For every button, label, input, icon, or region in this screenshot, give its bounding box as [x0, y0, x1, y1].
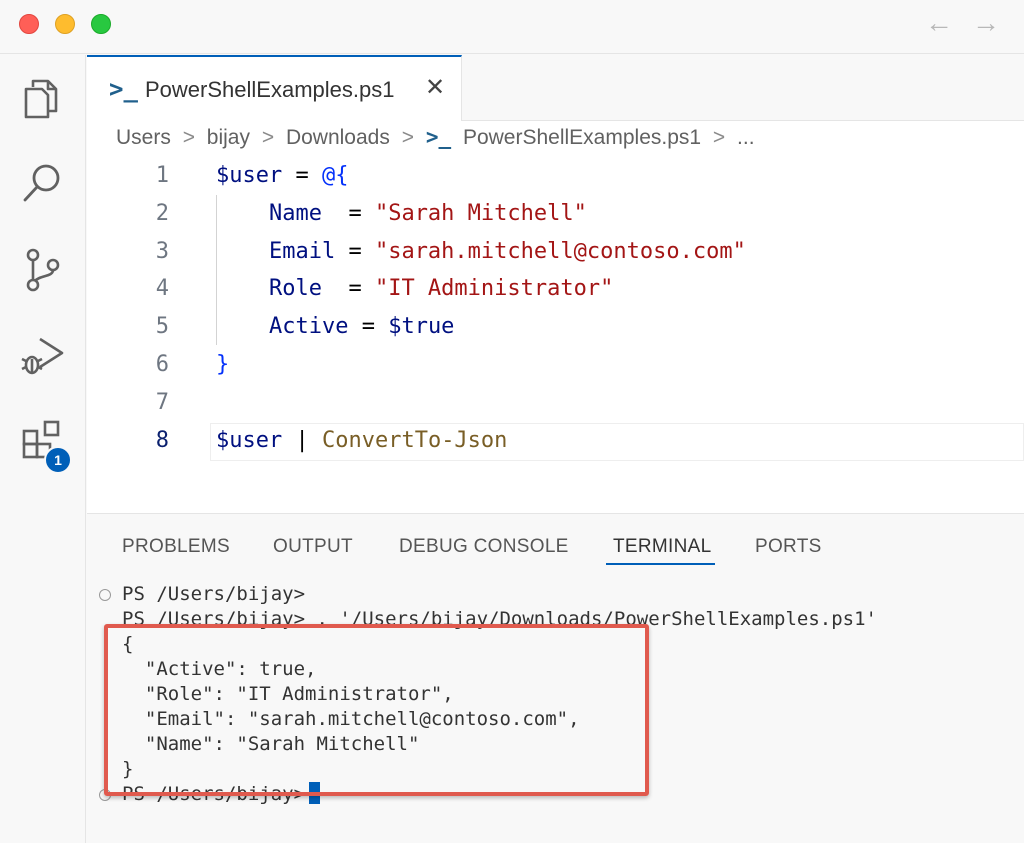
chevron-right-icon: >	[261, 126, 275, 149]
code-line[interactable]: 1 $user = @{	[87, 157, 1024, 195]
title-bar: ← →	[0, 0, 1024, 54]
breadcrumb-item[interactable]: bijay	[207, 126, 250, 149]
code-token: =	[348, 200, 375, 226]
line-number: 8	[155, 427, 169, 453]
close-icon[interactable]: ✕	[425, 73, 445, 102]
tab-problems[interactable]: PROBLEMS	[122, 536, 230, 558]
code-line[interactable]: 6}	[87, 346, 1024, 384]
breadcrumb-item[interactable]: PowerShellExamples.ps1	[463, 126, 701, 149]
source-control-icon[interactable]	[18, 245, 66, 293]
window-minimize-button[interactable]	[55, 14, 75, 34]
activity-bar: 1	[0, 55, 86, 843]
tab-output[interactable]: OUTPUT	[273, 536, 353, 558]
run-debug-icon[interactable]	[18, 331, 66, 379]
code-line[interactable]: 4 Role = "IT Administrator"	[87, 270, 1024, 308]
code-text: Email = "sarah.mitchell@contoso.com"	[216, 233, 746, 271]
line-number: 4	[155, 276, 169, 302]
code-token: Role	[216, 276, 349, 302]
powershell-file-icon: >_	[425, 125, 452, 149]
tab-powershellexamples[interactable]: >_ PowerShellExamples.ps1 ✕	[87, 55, 462, 121]
code-text: $user = @{	[216, 157, 348, 195]
tab-debug-console[interactable]: DEBUG CONSOLE	[399, 536, 569, 558]
chevron-right-icon: >	[712, 126, 726, 149]
extensions-badge: 1	[44, 446, 72, 474]
code-text: Role = "IT Administrator"	[216, 270, 613, 308]
line-number: 5	[155, 314, 169, 340]
code-token: =	[348, 276, 375, 302]
breadcrumb-item[interactable]: Users	[116, 126, 171, 149]
breadcrumb: Users > bijay > Downloads > >_ PowerShel…	[116, 125, 761, 155]
window-close-button[interactable]	[19, 14, 39, 34]
tab-label: PowerShellExamples.ps1	[145, 77, 395, 102]
code-line[interactable]: 5 Active = $true	[87, 308, 1024, 346]
code-token: Email	[216, 238, 349, 264]
command-status-icon	[99, 589, 111, 601]
code-line[interactable]: 3 Email = "sarah.mitchell@contoso.com"	[87, 233, 1024, 271]
forward-arrow-icon[interactable]: →	[972, 8, 1000, 38]
line-number: 2	[155, 200, 169, 226]
back-arrow-icon[interactable]: ←	[925, 8, 953, 38]
code-token: =	[282, 163, 322, 188]
code-token: =	[361, 314, 389, 340]
editor-tab-bar: >_ PowerShellExamples.ps1 ✕	[87, 55, 1024, 121]
breadcrumb-item[interactable]: ...	[737, 126, 755, 149]
breadcrumb-item[interactable]: Downloads	[286, 126, 390, 149]
code-token: Active	[216, 314, 362, 340]
search-icon[interactable]	[18, 159, 66, 207]
line-number: 3	[155, 238, 169, 264]
code-token: $true	[388, 314, 455, 340]
code-token: ConvertTo-Json	[321, 427, 508, 453]
code-token: "sarah.mitchell@contoso.com"	[374, 238, 746, 264]
chevron-right-icon: >	[401, 126, 414, 149]
active-tab-indicator	[606, 563, 715, 565]
chevron-right-icon: >	[182, 126, 195, 149]
code-line[interactable]: 8 $user | ConvertTo-Json	[87, 422, 1024, 460]
terminal-line: PS /Users/bijay>	[122, 583, 306, 605]
code-text: $user | ConvertTo-Json	[216, 422, 507, 460]
editor-area: >_ PowerShellExamples.ps1 ✕ Users > bija…	[87, 55, 1024, 513]
window-maximize-button[interactable]	[91, 14, 111, 34]
code-token: Name	[216, 200, 349, 226]
code-line[interactable]: 7	[87, 384, 1024, 422]
annotation-highlight-box	[104, 624, 649, 796]
code-token: "IT Administrator"	[374, 276, 614, 302]
code-token: }	[216, 351, 230, 377]
line-number: 7	[155, 389, 169, 415]
explorer-icon[interactable]	[18, 75, 66, 123]
code-token: =	[348, 238, 375, 264]
code-token: $user	[216, 427, 283, 453]
code-token: "Sarah Mitchell"	[374, 200, 587, 226]
code-text: }	[216, 346, 229, 384]
code-text: Active = $true	[216, 308, 454, 346]
code-token: $user	[216, 163, 283, 188]
code-token: |	[282, 427, 322, 453]
code-editor[interactable]: 1 $user = @{2 Name = "Sarah Mitchell" 3 Em…	[87, 157, 1024, 459]
line-number: 6	[155, 351, 169, 377]
tab-ports[interactable]: PORTS	[755, 536, 822, 558]
line-number: 1	[155, 163, 169, 188]
tab-terminal[interactable]: TERMINAL	[613, 536, 711, 558]
code-line[interactable]: 2 Name = "Sarah Mitchell"	[87, 195, 1024, 233]
powershell-file-icon: >_	[109, 75, 138, 103]
code-text: Name = "Sarah Mitchell"	[216, 195, 587, 233]
code-token: @{	[321, 163, 349, 188]
